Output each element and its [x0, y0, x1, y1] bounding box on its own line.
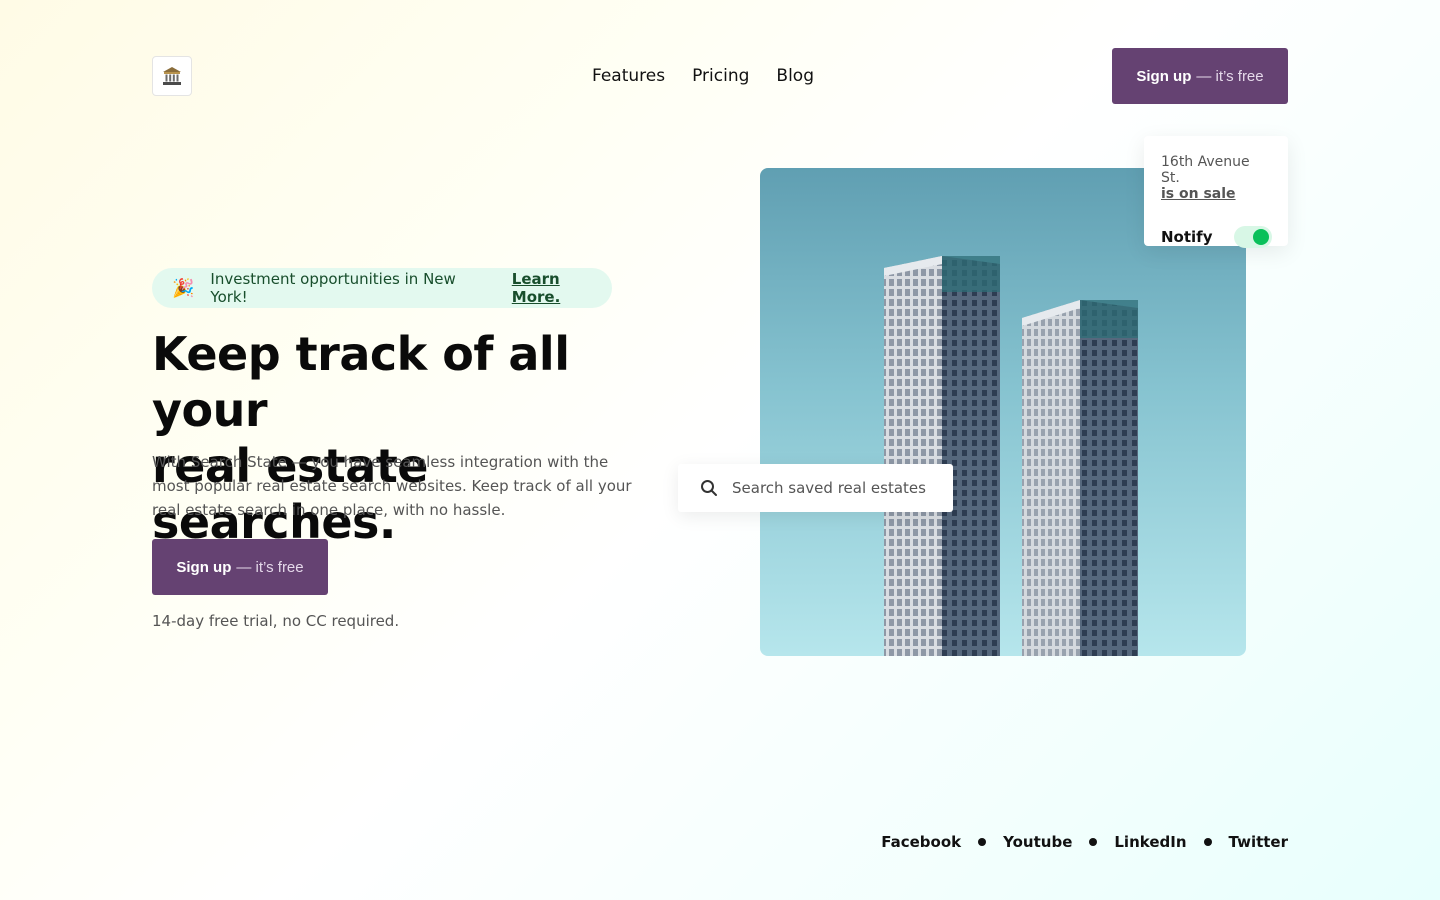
signup-header-bold: Sign up [1136, 67, 1192, 85]
search-icon [701, 480, 717, 496]
notify-toggle[interactable] [1234, 226, 1272, 248]
toggle-knob [1253, 229, 1269, 245]
nav-features[interactable]: Features [592, 64, 665, 88]
nav-pricing[interactable]: Pricing [692, 64, 749, 88]
notify-row: Notify [1161, 226, 1272, 248]
main-nav: Features Pricing Blog [592, 64, 814, 88]
bank-building-icon [163, 67, 181, 85]
notify-label: Notify [1161, 228, 1213, 246]
party-popper-icon: 🎉 [172, 277, 195, 299]
footer-link-youtube[interactable]: Youtube [1003, 832, 1072, 852]
search-placeholder: Search saved real estates [732, 479, 926, 497]
notify-address: 16th Avenue St. [1161, 154, 1250, 186]
logo[interactable] [152, 56, 192, 96]
announcement-banner: 🎉 Investment opportunities in New York! … [152, 268, 612, 308]
learn-more-link[interactable]: Learn More. [512, 270, 612, 306]
footer-link-facebook[interactable]: Facebook [881, 832, 961, 852]
signup-header-rest: — it’s free [1196, 67, 1264, 85]
footer-link-twitter[interactable]: Twitter [1229, 832, 1289, 852]
hero-title-line1: Keep track of all your [152, 327, 570, 437]
nav-blog[interactable]: Blog [776, 64, 814, 88]
separator-dot [978, 838, 987, 846]
notify-status: is on sale [1161, 186, 1236, 202]
signup-hero-rest: — it’s free [236, 558, 304, 576]
notify-card: 16th Avenue St. is on sale Notify [1144, 136, 1288, 248]
search-saved-field[interactable]: Search saved real estates [678, 464, 953, 512]
signup-hero-button[interactable]: Sign up — it’s free [152, 539, 328, 595]
signup-header-button[interactable]: Sign up — it’s free [1112, 48, 1288, 104]
banner-text: Investment opportunities in New York! [210, 270, 456, 306]
social-links: Facebook Youtube LinkedIn Twitter [881, 832, 1288, 852]
separator-dot [1089, 838, 1098, 846]
hero-description: With Search State — you have seamless in… [152, 453, 632, 519]
separator-dot [1203, 838, 1212, 846]
signup-hero-bold: Sign up [176, 558, 232, 576]
footer-link-linkedin[interactable]: LinkedIn [1114, 832, 1186, 852]
trial-note: 14-day free trial, no CC required. [152, 612, 400, 630]
